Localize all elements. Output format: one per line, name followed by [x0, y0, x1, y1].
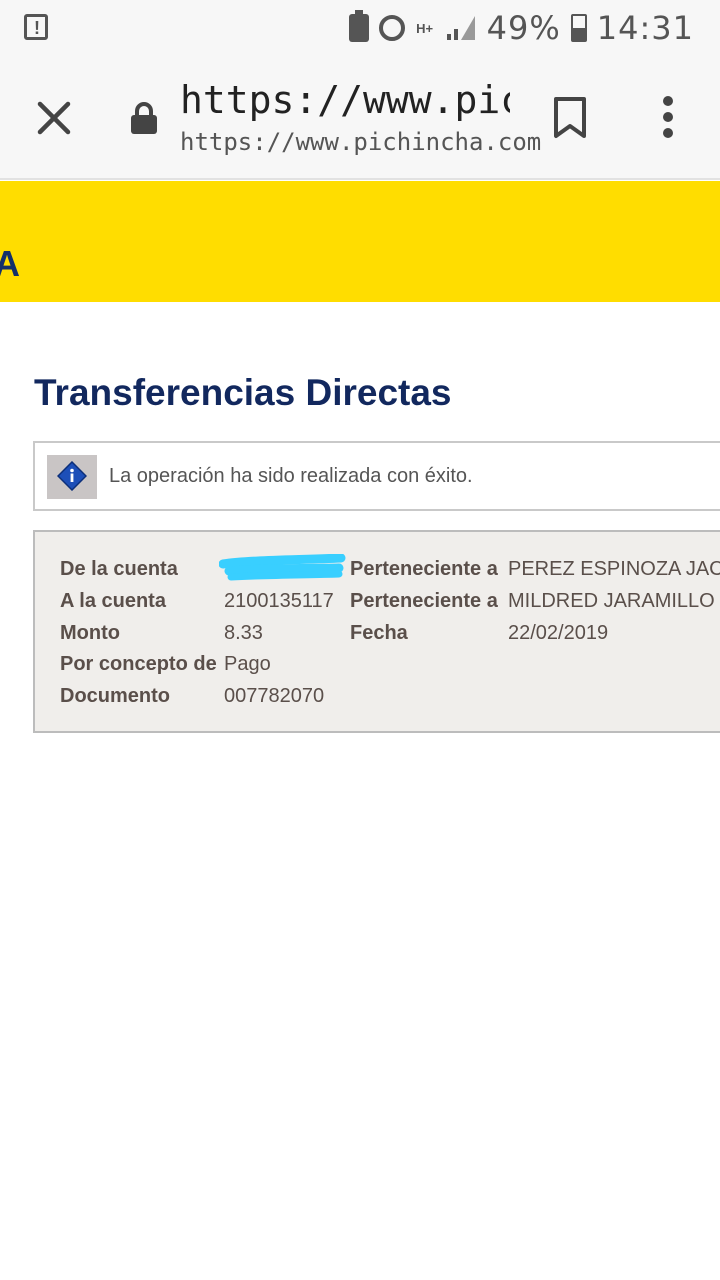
- to-owner-label: Perteneciente a: [350, 590, 498, 612]
- clock: 14:31: [596, 9, 694, 47]
- from-owner-value: PEREZ ESPINOZA JAC: [508, 558, 720, 580]
- amount-label: Monto: [60, 622, 120, 644]
- info-icon: [47, 455, 97, 499]
- redaction-scribble: [218, 553, 347, 582]
- date-label: Fecha: [350, 622, 408, 644]
- banner-partial-text: A: [0, 243, 20, 284]
- close-icon[interactable]: [34, 98, 74, 138]
- signal-icon: [445, 14, 477, 42]
- battery-icon: [570, 14, 587, 42]
- amount-value: 8.33: [224, 622, 263, 644]
- browser-toolbar: https://www.pich... https://www.pichinch…: [0, 56, 720, 180]
- battery-percent: 49%: [486, 9, 561, 47]
- transfer-details: De la cuenta Perteneciente a PEREZ ESPIN…: [33, 530, 720, 733]
- lock-icon: [130, 102, 158, 134]
- site-header-banner: A: [0, 181, 720, 302]
- date-value: 22/02/2019: [508, 622, 609, 644]
- alert-icon: !: [24, 14, 48, 40]
- to-owner-value: MILDRED JARAMILLO /: [508, 590, 720, 612]
- bookmark-icon[interactable]: [552, 96, 588, 140]
- concept-label: Por concepto de: [60, 653, 217, 675]
- status-icons: H+ 49% 14:31: [348, 8, 694, 48]
- status-bar: ! H+ 49% 14:31: [0, 0, 720, 56]
- document-label: Documento: [60, 685, 170, 707]
- to-account-label: A la cuenta: [60, 590, 166, 612]
- url-address[interactable]: https://www.pichincha.com: [180, 128, 541, 156]
- page-title: Transferencias Directas: [34, 372, 452, 413]
- concept-value: Pago: [224, 653, 271, 675]
- from-account-label: De la cuenta: [60, 558, 178, 580]
- success-message-box: La operación ha sido realizada con éxito…: [33, 441, 720, 511]
- more-vert-icon[interactable]: [656, 96, 680, 140]
- from-owner-label: Perteneciente a: [350, 558, 498, 580]
- url-title[interactable]: https://www.pich...: [180, 78, 510, 122]
- document-value: 007782070: [224, 685, 325, 707]
- alarm-icon: [378, 15, 405, 41]
- battery-saver-icon: [348, 10, 369, 42]
- to-account-value: 2100135117: [224, 590, 334, 612]
- success-message: La operación ha sido realizada con éxito…: [109, 465, 473, 487]
- network-type: H+: [416, 20, 434, 36]
